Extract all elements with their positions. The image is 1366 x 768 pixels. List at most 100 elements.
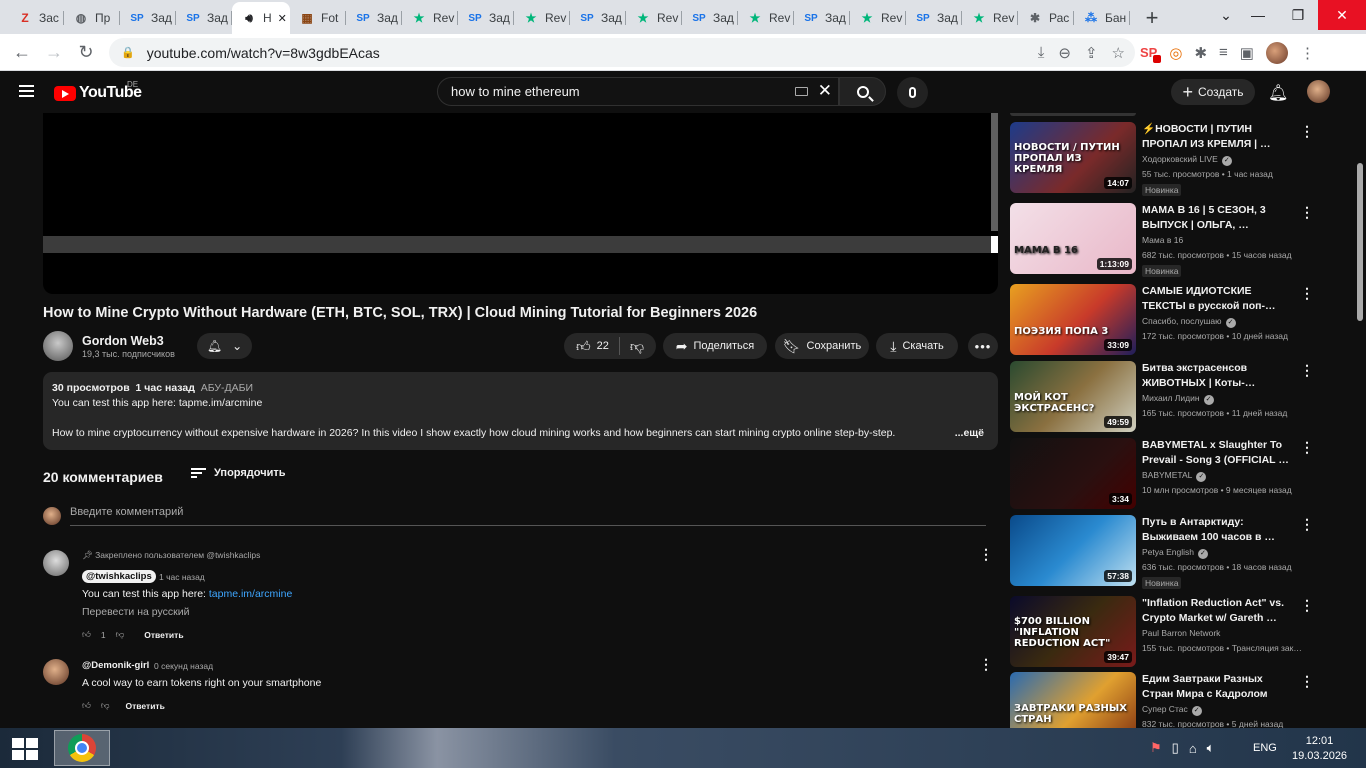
video-title[interactable]: МАМА В 16 | 5 СЕЗОН, 3 ВЫПУСК | ОЛЬГА, … [1142, 203, 1292, 233]
recommended-video[interactable]: МАМА В 16 1:13:09 МАМА В 16 | 5 СЕЗОН, 3 В… [1010, 203, 1350, 277]
video-title[interactable]: Битва экстрасенсов ЖИВОТНЫХ | Коты-… [1142, 361, 1292, 391]
like-thumb-icon[interactable]: 👍︎ [82, 700, 91, 711]
video-menu-icon[interactable]: ⋮ [1300, 673, 1314, 690]
zoom-icon[interactable]: ⊖ [1058, 44, 1071, 62]
browser-tab[interactable]: ✱ Рас [1018, 2, 1074, 34]
volume-icon[interactable]: 🔈︎ [1207, 740, 1215, 756]
keyboard-icon[interactable] [795, 87, 808, 96]
show-more-link[interactable]: ...ещё [950, 426, 984, 441]
browser-menu-icon[interactable]: ⋮ [1300, 44, 1315, 62]
dislike-thumb-icon[interactable]: 👎︎ [630, 338, 644, 355]
dislike-thumb-icon[interactable]: 👎︎ [116, 629, 125, 640]
video-player[interactable] [43, 113, 998, 294]
more-actions-button[interactable]: ••• [968, 333, 998, 359]
comment-author-badge[interactable]: @twishkaclips [82, 570, 156, 583]
comment-menu-icon[interactable]: ⋮ [979, 656, 993, 673]
browser-tab[interactable]: SP Зад [458, 2, 514, 34]
minimize-button[interactable]: — [1238, 0, 1278, 30]
video-menu-icon[interactable]: ⋮ [1300, 516, 1314, 533]
channel-name[interactable]: BABYMETAL ✓ [1142, 470, 1207, 482]
channel-name[interactable]: Супер Стас ✓ [1142, 704, 1202, 716]
menu-icon[interactable] [19, 85, 34, 97]
browser-tab[interactable]: ★ Rev [402, 2, 458, 34]
extensions-puzzle-icon[interactable]: ✱ [1194, 44, 1207, 62]
comment-avatar[interactable] [43, 659, 69, 685]
description-box[interactable]: 30 просмотров 1 час назад АБУ-ДАБИ You c… [43, 372, 998, 450]
channel-name[interactable]: Paul Barron Network [1142, 628, 1220, 638]
browser-tab[interactable]: SP Зад [120, 2, 176, 34]
channel-name[interactable]: Михаил Лидин ✓ [1142, 393, 1214, 405]
video-menu-icon[interactable]: ⋮ [1300, 285, 1314, 302]
sort-comments-button[interactable]: Упорядочить [191, 467, 286, 479]
video-title[interactable]: BABYMETAL x Slaughter To Prevail - Song … [1142, 438, 1292, 468]
save-button[interactable]: 🔖︎ Сохранить [775, 333, 869, 359]
browser-tab[interactable]: ◍ Пр [64, 2, 120, 34]
browser-tab[interactable]: ▦ Fot [290, 2, 346, 34]
video-menu-icon[interactable]: ⋮ [1300, 123, 1314, 140]
like-thumb-icon[interactable]: 👍︎ [82, 629, 91, 640]
recommended-video[interactable]: НОВОСТИ / ПУТИН ПРОПАЛ ИЗ КРЕМЛЯ 14:07 ⚡НО… [1010, 122, 1350, 196]
taskbar-chrome-button[interactable] [54, 730, 110, 766]
comment-time[interactable]: 1 час назад [159, 572, 205, 582]
dislike-thumb-icon[interactable]: 👎︎ [101, 700, 110, 711]
search-button[interactable] [839, 77, 886, 106]
battery-icon[interactable]: ▯ [1172, 740, 1179, 756]
video-menu-icon[interactable]: ⋮ [1300, 439, 1314, 456]
new-tab-button[interactable]: + [1136, 2, 1168, 34]
recommended-video[interactable]: ПОЭЗИЯ ПОПА 3 33:09 САМЫЕ ИДИОТСКИЕ ТЕКСТЫ… [1010, 284, 1350, 356]
restore-button[interactable]: ❐ [1278, 0, 1318, 30]
video-menu-icon[interactable]: ⋮ [1300, 597, 1314, 614]
video-thumbnail[interactable]: 3:34 [1010, 438, 1136, 509]
browser-tab[interactable]: SP Зад [176, 2, 232, 34]
browser-tab[interactable]: SP Зад [682, 2, 738, 34]
browser-tab[interactable]: ★ Rev [962, 2, 1018, 34]
tab-close-icon[interactable]: ✕ [278, 12, 287, 25]
profile-avatar[interactable] [1265, 41, 1288, 64]
video-title[interactable]: САМЫЕ ИДИОТСКИЕ ТЕКСТЫ в русской поп-… [1142, 284, 1292, 314]
channel-name[interactable]: Ходорковский LIVE ✓ [1142, 154, 1232, 166]
reload-icon[interactable]: ↻ [70, 36, 102, 68]
network-icon[interactable]: ⌂ [1189, 741, 1197, 756]
video-thumbnail[interactable]: НОВОСТИ / ПУТИН ПРОПАЛ ИЗ КРЕМЛЯ 14:07 [1010, 122, 1136, 193]
comment-author[interactable]: @Demonik-girl [82, 660, 149, 671]
comment-time[interactable]: 0 секунд назад [154, 661, 213, 671]
notifications-bell-icon[interactable]: 🔔︎ [1268, 83, 1288, 103]
browser-tab[interactable]: SP Зад [906, 2, 962, 34]
clock[interactable]: 12:01 19.03.2026 [1292, 734, 1347, 764]
subscription-bell-button[interactable]: 🔔︎ ⌄ [197, 333, 252, 359]
recommended-video[interactable]: 57:38 Путь в Антарктиду: Выживаем 100 час… [1010, 515, 1350, 589]
browser-tab[interactable]: ⁂ Бан [1074, 2, 1130, 34]
video-location[interactable]: АБУ-ДАБИ [201, 382, 253, 394]
comment-menu-icon[interactable]: ⋮ [979, 546, 993, 563]
back-icon[interactable]: ← [6, 36, 38, 68]
browser-tab[interactable]: SP Зад [570, 2, 626, 34]
channel-avatar[interactable] [43, 331, 73, 361]
recommended-video[interactable]: $700 BILLION "INFLATION REDUCTION ACT" 39… [1010, 596, 1350, 668]
share-button[interactable]: ➦ Поделиться [663, 333, 767, 359]
forward-icon[interactable]: → [38, 36, 70, 68]
video-thumbnail[interactable]: МОЙ КОТ ЭКСТРАСЕНС? 49:59 [1010, 361, 1136, 432]
video-title[interactable]: Путь в Антарктиду: Выживаем 100 часов в … [1142, 515, 1292, 545]
install-app-icon[interactable]: ⤓ [1038, 44, 1045, 61]
recommended-video[interactable]: 3:34 BABYMETAL x Slaughter To Prevail - S… [1010, 438, 1350, 510]
windows-start-icon[interactable] [12, 738, 38, 760]
like-count[interactable]: 22 [597, 340, 609, 352]
network-error-icon[interactable]: ⚑ [1150, 740, 1162, 756]
channel-name[interactable]: Мама в 16 [1142, 235, 1183, 245]
video-title[interactable]: "Inflation Reduction Act" vs. Crypto Mar… [1142, 596, 1292, 626]
browser-tab[interactable]: ★ Rev [514, 2, 570, 34]
clear-search-icon[interactable]: ✕ [818, 81, 832, 101]
search-input[interactable]: how to mine ethereum ✕ [437, 77, 839, 106]
browser-tab[interactable]: SP Зад [346, 2, 402, 34]
recommended-video[interactable]: МОЙ КОТ ЭКСТРАСЕНС? 49:59 Битва экстрасенс… [1010, 361, 1350, 433]
media-control-icon[interactable]: ≡ [1219, 44, 1228, 61]
create-button[interactable]: + Создать [1171, 79, 1255, 105]
comment-link[interactable]: tapme.im/arcmine [209, 588, 292, 600]
download-button[interactable]: ⤓ Скачать [876, 333, 958, 359]
page-scrollbar-thumb[interactable] [1357, 163, 1363, 321]
channel-name[interactable]: Gordon Web3 [82, 334, 164, 348]
youtube-logo[interactable]: YouTube DE [54, 80, 142, 102]
voice-search-button[interactable] [897, 77, 928, 108]
comment-avatar[interactable] [43, 550, 69, 576]
browser-tab[interactable]: ★ Rev [738, 2, 794, 34]
